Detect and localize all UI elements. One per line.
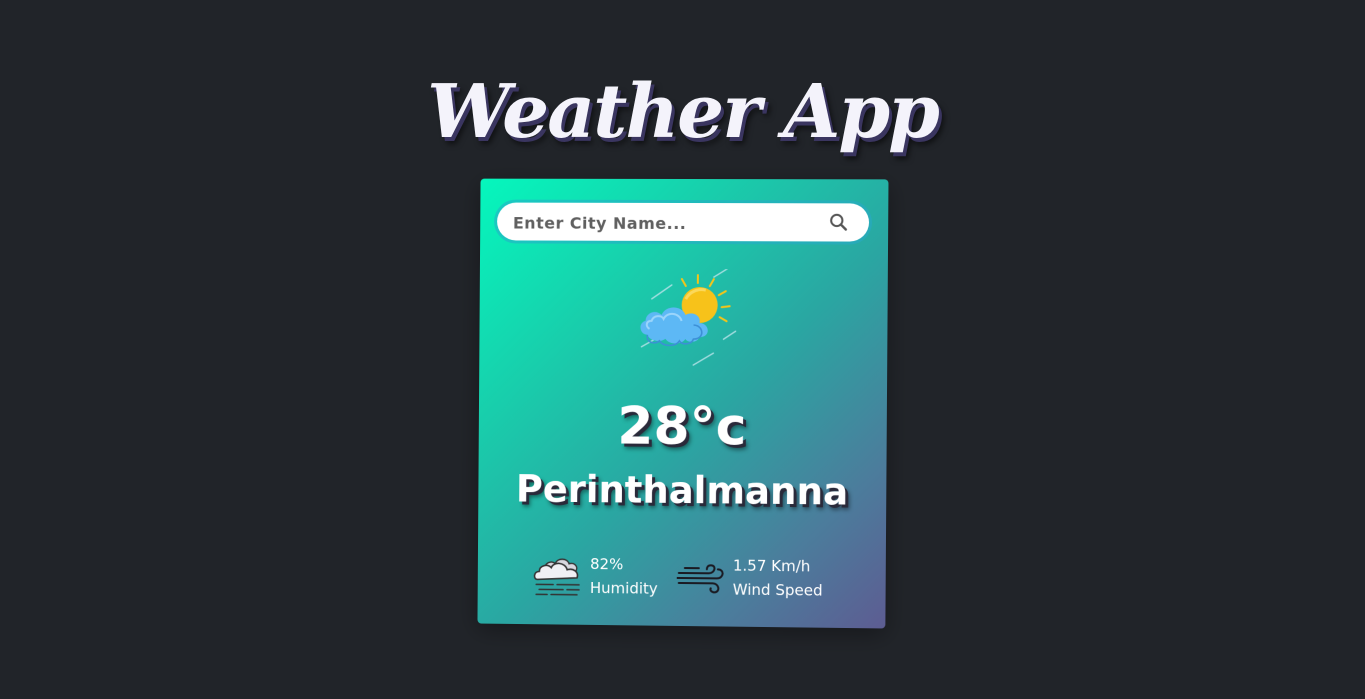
wind-label: Wind Speed <box>732 580 823 600</box>
partly-cloudy-icon <box>633 266 744 380</box>
temperature: 28°c <box>617 396 747 458</box>
humidity-value: 82% <box>590 555 624 574</box>
search-bar <box>496 202 870 244</box>
city-name: Perinthalmanna <box>515 467 849 514</box>
page: Weather App Enter City Name... 28°c Peri… <box>0 0 1365 699</box>
search-icon[interactable] <box>829 212 849 232</box>
wind-value: 1.57 Km/h <box>732 556 811 576</box>
app-title: Weather App <box>427 69 940 155</box>
humidity-text: 82% Humidity <box>590 552 658 601</box>
humidity-label: Humidity <box>589 578 658 598</box>
wind-icon <box>675 555 727 602</box>
wind-text: 1.57 Km/h Wind Speed <box>733 554 823 603</box>
weather-details: 82% Humidity 1.57 Km/h Wind Speed <box>527 549 847 607</box>
search-input[interactable] <box>510 202 815 244</box>
weather-card: 28°c Perinthalmanna <box>477 178 889 629</box>
humidity-icon <box>533 553 583 599</box>
